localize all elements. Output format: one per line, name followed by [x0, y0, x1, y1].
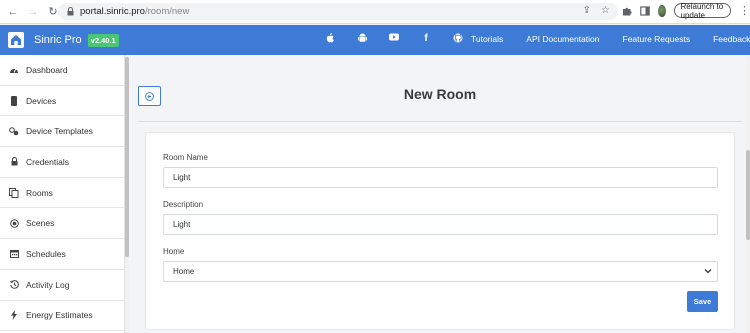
sidebar-item-label: Activity Log [26, 279, 70, 290]
templates-icon [9, 126, 19, 136]
nav-api-documentation[interactable]: API Documentation [526, 34, 599, 44]
back-button[interactable] [138, 86, 161, 106]
home-select[interactable]: Home [163, 261, 718, 282]
save-button[interactable]: Save [687, 291, 718, 312]
scenes-icon [9, 218, 19, 228]
address-bar[interactable]: portal.sinric.pro/room/new ⇪ ☆ [58, 3, 618, 20]
sidebar-item-label: Credentials [26, 156, 69, 167]
sidebar-scrollbar-thumb[interactable] [125, 57, 129, 257]
chevron-down-icon [704, 267, 712, 275]
extensions-puzzle-icon[interactable] [622, 5, 632, 17]
relaunch-button[interactable]: Relaunch to update [673, 2, 731, 20]
version-badge: v2.40.1 [87, 33, 119, 47]
description-label: Description [163, 200, 204, 209]
sidebar-item-label: Scenes [26, 218, 55, 229]
lock-icon [9, 157, 19, 167]
url-host: portal.sinric.pro [80, 6, 145, 17]
forward-arrow-icon[interactable]: → [26, 5, 40, 19]
apple-icon[interactable] [314, 33, 346, 44]
device-icon [9, 95, 19, 106]
back-arrow-icon[interactable]: ← [6, 5, 20, 19]
sidebar-item-device-templates[interactable]: Device Templates [0, 116, 124, 148]
main-scrollbar-thumb[interactable] [746, 150, 750, 240]
sidebar-item-activity-log[interactable]: Activity Log [0, 270, 124, 301]
sidebar-item-label: Device Templates [26, 126, 93, 137]
lock-icon [66, 7, 74, 17]
share-icon[interactable]: ⇪ [583, 5, 591, 16]
sidebar-item-label: Energy Estimates [26, 310, 93, 321]
github-icon[interactable] [442, 33, 474, 44]
sidebar-item-scenes[interactable]: Scenes [0, 208, 124, 240]
arrow-left-circle-icon [145, 91, 154, 101]
rooms-icon [9, 187, 19, 198]
room-name-input[interactable]: Light [163, 167, 718, 188]
facebook-icon[interactable]: f [410, 33, 442, 44]
youtube-icon[interactable] [378, 33, 410, 44]
sidebar-item-rooms[interactable]: Rooms [0, 178, 124, 209]
app-header: Sinric Pro v2.40.1 f Tutorials API Docum… [0, 25, 750, 55]
home-label: Home [163, 247, 185, 256]
description-input[interactable]: Light [163, 214, 718, 235]
sidebar-item-label: Rooms [26, 187, 53, 198]
bolt-icon [9, 310, 19, 321]
new-room-form: Room Name Light Description Light Home H… [145, 132, 735, 330]
side-panel-icon[interactable] [640, 5, 650, 17]
room-name-label: Room Name [163, 153, 208, 162]
page-title: New Room [403, 86, 477, 102]
history-icon [9, 280, 19, 290]
sidebar-item-dashboard[interactable]: Dashboard [0, 55, 124, 86]
sidebar-item-energy-estimates[interactable]: Energy Estimates [0, 301, 124, 332]
brand-name[interactable]: Sinric Pro [34, 34, 82, 46]
profile-avatar[interactable] [658, 4, 666, 17]
nav-tutorials[interactable]: Tutorials [471, 34, 503, 44]
sinric-logo-icon[interactable] [8, 32, 24, 48]
sidebar-item-label: Devices [26, 95, 57, 106]
sidebar-item-label: Schedules [26, 248, 66, 259]
sidebar-item-schedules[interactable]: Schedules [0, 239, 124, 270]
divider [138, 121, 742, 122]
nav-feature-requests[interactable]: Feature Requests [623, 34, 691, 44]
calendar-icon [9, 249, 19, 259]
home-select-value: Home [173, 267, 195, 276]
android-icon[interactable] [346, 33, 378, 44]
sidebar-item-label: Dashboard [26, 64, 68, 75]
sidebar-item-credentials[interactable]: Credentials [0, 147, 124, 178]
browser-toolbar: ← → ↻ portal.sinric.pro/room/new ⇪ ☆ Rel… [0, 0, 750, 24]
bookmark-star-icon[interactable]: ☆ [601, 5, 610, 16]
sidebar-item-devices[interactable]: Devices [0, 86, 124, 117]
top-nav: Tutorials API Documentation Feature Requ… [471, 34, 750, 44]
nav-feedback[interactable]: Feedback [713, 34, 750, 44]
dashboard-icon [9, 65, 19, 75]
menu-kebab-icon[interactable]: ⋮ [739, 4, 750, 17]
sidebar: Dashboard Devices Device Templates Crede… [0, 55, 125, 333]
url-path: /room/new [144, 6, 190, 17]
